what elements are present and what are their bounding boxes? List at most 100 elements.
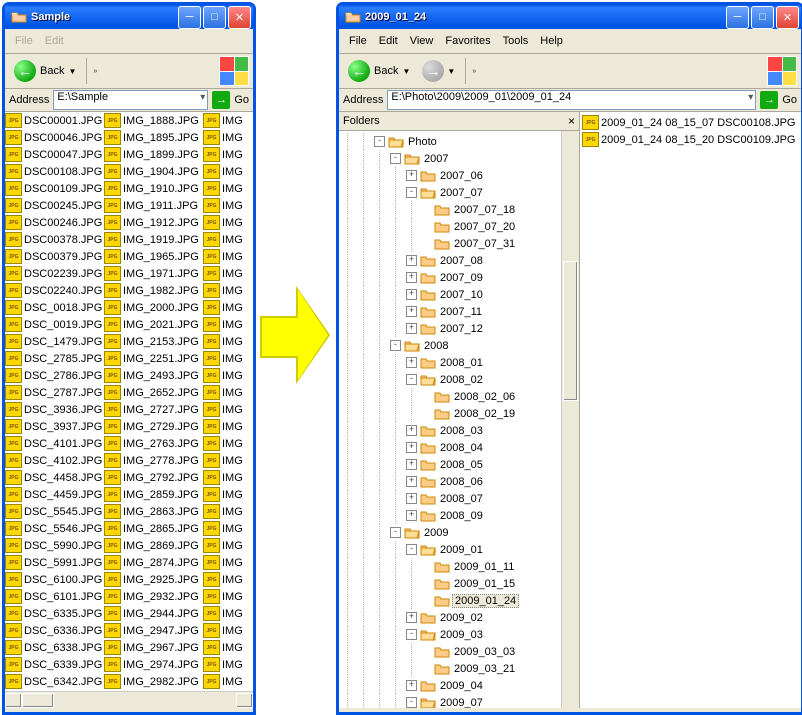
file-item[interactable]: JPGIMG xyxy=(203,112,247,129)
expand-icon[interactable]: - xyxy=(390,527,401,538)
expand-icon[interactable]: - xyxy=(406,629,417,640)
file-item[interactable]: JPGDSC_6100.JPG xyxy=(5,571,104,588)
file-item[interactable]: JPGIMG xyxy=(203,146,247,163)
menu-file[interactable]: File xyxy=(343,33,373,49)
tree-node[interactable]: +2007_09 xyxy=(339,269,561,286)
file-item[interactable]: JPGIMG xyxy=(203,622,247,639)
file-item[interactable]: JPGIMG xyxy=(203,571,247,588)
tree-node[interactable]: 2008_02_06 xyxy=(339,388,561,405)
expand-icon[interactable]: + xyxy=(406,476,417,487)
menu-edit[interactable]: Edit xyxy=(39,33,70,49)
file-item[interactable]: JPGIMG_2974.JPG xyxy=(104,656,203,673)
expand-icon[interactable]: + xyxy=(406,425,417,436)
expand-icon[interactable]: - xyxy=(374,136,385,147)
expand-icon[interactable]: - xyxy=(406,544,417,555)
go-button[interactable]: → xyxy=(760,91,778,109)
expand-icon[interactable]: + xyxy=(406,612,417,623)
file-item[interactable]: JPGDSC00001.JPG xyxy=(5,112,104,129)
expand-icon[interactable]: - xyxy=(390,153,401,164)
expand-icon[interactable]: + xyxy=(406,442,417,453)
tree-node[interactable]: 2007_07_31 xyxy=(339,235,561,252)
file-item[interactable]: JPGIMG xyxy=(203,401,247,418)
expand-icon[interactable]: - xyxy=(406,697,417,708)
file-item[interactable]: JPGIMG xyxy=(203,316,247,333)
file-item[interactable]: JPGDSC_6342.JPG xyxy=(5,673,104,690)
expand-icon[interactable]: + xyxy=(406,323,417,334)
file-item[interactable]: JPGDSC_6338.JPG xyxy=(5,639,104,656)
file-item[interactable]: JPGIMG xyxy=(203,435,247,452)
expand-icon[interactable]: + xyxy=(406,255,417,266)
file-item[interactable]: JPGDSC_2785.JPG xyxy=(5,350,104,367)
tree-node[interactable]: -2007_07 xyxy=(339,184,561,201)
file-item[interactable]: JPGDSC_6101.JPG xyxy=(5,588,104,605)
file-item[interactable]: JPGIMG xyxy=(203,265,247,282)
file-item[interactable]: JPGIMG_2863.JPG xyxy=(104,503,203,520)
file-item[interactable]: JPGIMG_2925.JPG xyxy=(104,571,203,588)
file-item[interactable]: JPGDSC_5545.JPG xyxy=(5,503,104,520)
file-item[interactable]: JPGDSC_3937.JPG xyxy=(5,418,104,435)
file-item[interactable]: JPGIMG xyxy=(203,163,247,180)
file-item[interactable]: JPGIMG_1919.JPG xyxy=(104,231,203,248)
tree-node[interactable]: -2009_03 xyxy=(339,626,561,643)
file-item[interactable]: JPGDSC00046.JPG xyxy=(5,129,104,146)
forward-button[interactable]: → ▼ xyxy=(417,55,460,87)
file-item[interactable]: JPGDSC_6335.JPG xyxy=(5,605,104,622)
folder-tree[interactable]: -Photo-2007+2007_06-2007_072007_07_18200… xyxy=(339,131,561,708)
file-item[interactable]: JPGIMG xyxy=(203,350,247,367)
expand-icon[interactable]: + xyxy=(406,459,417,470)
tree-node[interactable]: -2009_07 xyxy=(339,694,561,708)
close-pane-icon[interactable]: × xyxy=(568,114,575,128)
file-item[interactable]: JPGDSC_0018.JPG xyxy=(5,299,104,316)
back-button[interactable]: ← Back ▼ xyxy=(9,55,81,87)
maximize-button[interactable]: □ xyxy=(751,6,774,29)
file-item[interactable]: JPGDSC02240.JPG xyxy=(5,282,104,299)
expand-icon[interactable]: + xyxy=(406,680,417,691)
file-item[interactable]: JPGIMG xyxy=(203,384,247,401)
file-item[interactable]: JPGIMG xyxy=(203,367,247,384)
tree-node[interactable]: 2008_02_19 xyxy=(339,405,561,422)
back-button[interactable]: ← Back ▼ xyxy=(343,55,415,87)
close-button[interactable]: ✕ xyxy=(776,6,799,29)
file-item[interactable]: JPGIMG_2947.JPG xyxy=(104,622,203,639)
file-item[interactable]: JPGDSC_4101.JPG xyxy=(5,435,104,452)
file-item[interactable]: JPGIMG_1912.JPG xyxy=(104,214,203,231)
minimize-button[interactable]: ─ xyxy=(178,6,201,29)
file-item[interactable]: JPGIMG xyxy=(203,656,247,673)
file-item[interactable]: JPGIMG_1895.JPG xyxy=(104,129,203,146)
file-item[interactable]: JPGIMG_2727.JPG xyxy=(104,401,203,418)
tree-node[interactable]: +2008_05 xyxy=(339,456,561,473)
file-item[interactable]: JPGIMG xyxy=(203,673,247,690)
tree-node[interactable]: -2008 xyxy=(339,337,561,354)
file-item[interactable]: JPGIMG xyxy=(203,520,247,537)
file-item[interactable]: JPGIMG xyxy=(203,452,247,469)
file-item[interactable]: JPGDSC_4102.JPG xyxy=(5,452,104,469)
file-item[interactable]: JPGIMG_1965.JPG xyxy=(104,248,203,265)
file-item[interactable]: JPGIMG_1911.JPG xyxy=(104,197,203,214)
file-item[interactable]: JPGDSC00047.JPG xyxy=(5,146,104,163)
file-item[interactable]: JPG2009_01_24 08_15_20 DSC00109.JPG xyxy=(582,131,799,148)
file-item[interactable]: JPGDSC00378.JPG xyxy=(5,231,104,248)
file-item[interactable]: JPGDSC00245.JPG xyxy=(5,197,104,214)
file-item[interactable]: JPGIMG xyxy=(203,469,247,486)
file-item[interactable]: JPGIMG_2652.JPG xyxy=(104,384,203,401)
tree-node[interactable]: +2008_04 xyxy=(339,439,561,456)
file-item[interactable]: JPGIMG xyxy=(203,333,247,350)
close-button[interactable]: ✕ xyxy=(228,6,251,29)
file-item[interactable]: JPGIMG_2153.JPG xyxy=(104,333,203,350)
tree-node[interactable]: -2008_02 xyxy=(339,371,561,388)
titlebar[interactable]: 2009_01_24 ─ □ ✕ xyxy=(339,5,801,29)
minimize-button[interactable]: ─ xyxy=(726,6,749,29)
file-item[interactable]: JPGDSC_5546.JPG xyxy=(5,520,104,537)
file-item[interactable]: JPGIMG_2251.JPG xyxy=(104,350,203,367)
menu-edit[interactable]: Edit xyxy=(373,33,404,49)
tree-node[interactable]: -2009_01 xyxy=(339,541,561,558)
file-item[interactable]: JPGIMG_2874.JPG xyxy=(104,554,203,571)
file-item[interactable]: JPGIMG xyxy=(203,282,247,299)
file-item[interactable]: JPGIMG_2792.JPG xyxy=(104,469,203,486)
tree-node[interactable]: +2009_04 xyxy=(339,677,561,694)
file-item[interactable]: JPGIMG_1982.JPG xyxy=(104,282,203,299)
address-input[interactable]: E:\Sample xyxy=(53,90,208,110)
file-item[interactable]: JPGIMG_1910.JPG xyxy=(104,180,203,197)
file-item[interactable]: JPGDSC00246.JPG xyxy=(5,214,104,231)
file-item[interactable]: JPGIMG_1904.JPG xyxy=(104,163,203,180)
